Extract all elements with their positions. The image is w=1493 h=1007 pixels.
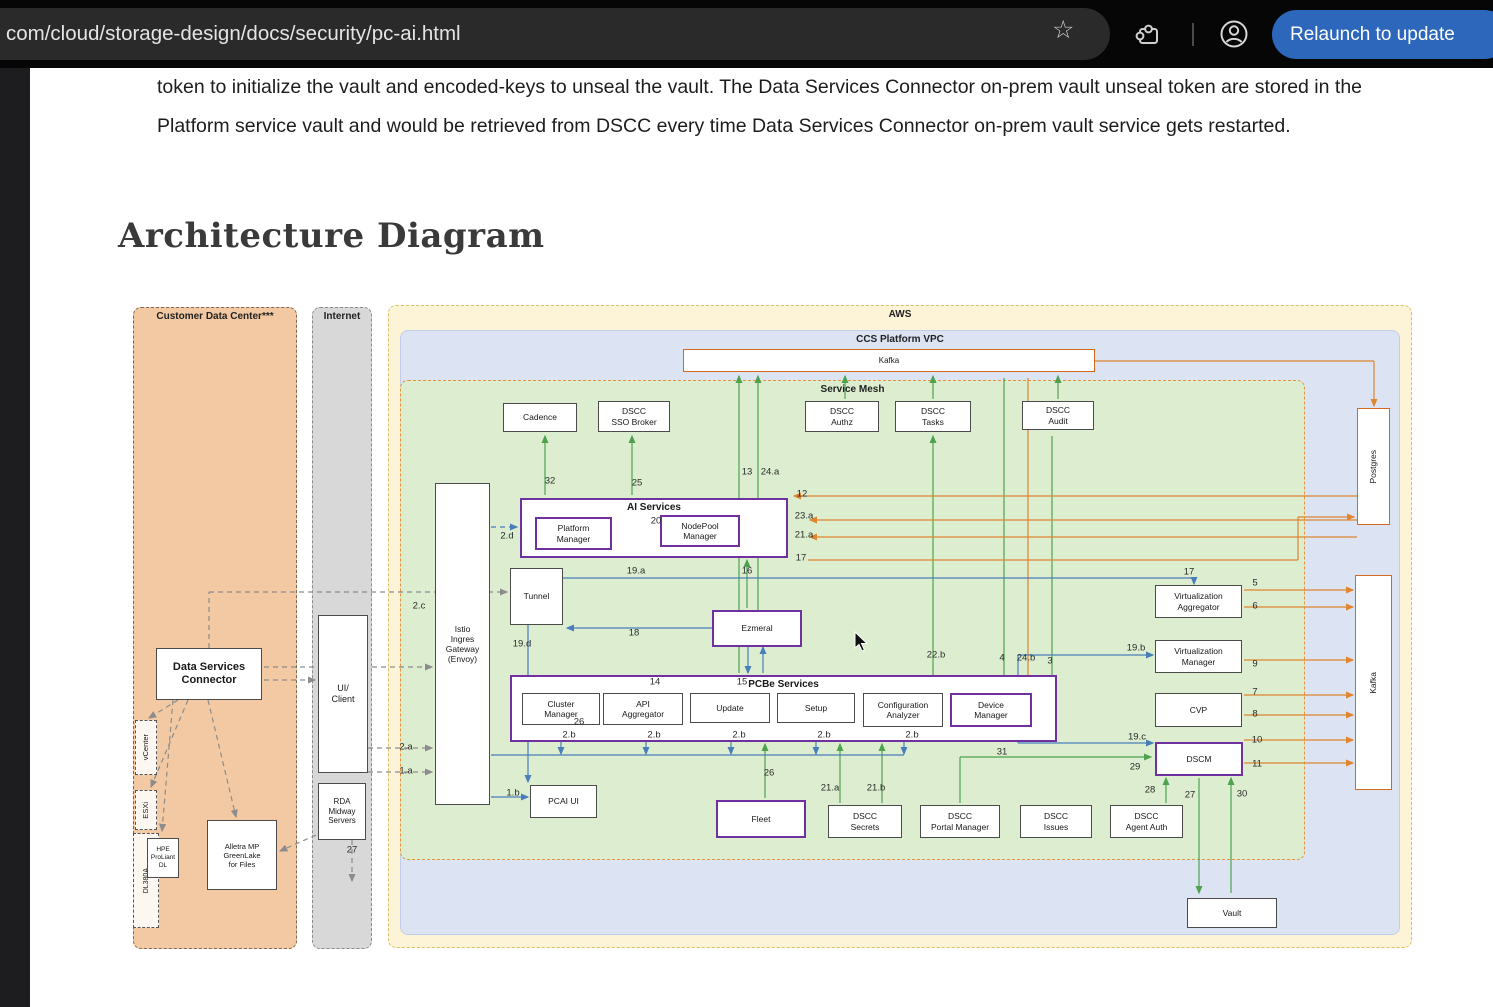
page-title: Architecture Diagram <box>118 216 545 256</box>
flow-number-label: 17 <box>1184 567 1195 578</box>
flow-number-label: 7 <box>1252 687 1257 698</box>
flow-number-label: 5 <box>1252 578 1257 589</box>
flow-number-label: 27 <box>347 845 358 856</box>
flow-number-label: 21.a <box>821 783 840 794</box>
flow-number-label: 6 <box>1252 601 1257 612</box>
chrome-divider <box>1192 23 1194 46</box>
flow-number-label: 11 <box>1252 759 1262 770</box>
flow-number-label: 17 <box>796 553 807 564</box>
flow-number-label: 4 <box>999 653 1004 664</box>
body-paragraph: token to initialize the vault and encode… <box>157 68 1432 145</box>
diagram-number-labels-layer: 32 25 13 24.a 12 2.d 20 23.a 21.a 19.a 16 17 2.c 18 19… <box>118 295 1415 959</box>
flow-number-label: 3 <box>1047 656 1052 667</box>
flow-number-label: 25 <box>632 478 643 489</box>
flow-number-label: 1.a <box>399 766 412 777</box>
flow-number-label: 2.b <box>647 730 660 741</box>
flow-number-label: 2.b <box>905 730 918 741</box>
flow-number-label: 12 <box>797 489 808 500</box>
flow-number-label: 24.a <box>761 467 780 478</box>
flow-number-label: 27 <box>1185 790 1196 801</box>
flow-number-label: 15 <box>737 677 748 688</box>
flow-number-label: 28 <box>1145 785 1156 796</box>
flow-number-label: 2.c <box>413 601 426 612</box>
flow-number-label: 2.b <box>732 730 745 741</box>
flow-number-label: 18 <box>629 628 640 639</box>
flow-number-label: 16 <box>742 566 753 577</box>
url-text[interactable]: com/cloud/storage-design/docs/security/p… <box>6 8 461 60</box>
flow-number-label: 26 <box>764 768 775 779</box>
flow-number-label: 26 <box>574 717 585 728</box>
left-dark-rail <box>0 68 30 1007</box>
flow-number-label: 13 <box>742 467 753 478</box>
flow-number-label: 21.b <box>867 783 886 794</box>
flow-number-label: 23.a <box>795 511 814 522</box>
page-content: token to initialize the vault and encode… <box>30 68 1493 1007</box>
flow-number-label: 19.b <box>1127 643 1146 654</box>
flow-number-label: 19.c <box>1128 732 1146 743</box>
relaunch-to-update-button[interactable]: Relaunch to update <box>1272 10 1493 59</box>
flow-number-label: 8 <box>1252 709 1257 720</box>
flow-number-label: 22.b <box>927 650 946 661</box>
url-bar[interactable]: com/cloud/storage-design/docs/security/p… <box>0 8 1110 60</box>
extensions-icon[interactable] <box>1134 20 1162 53</box>
flow-number-label: 2.a <box>399 742 412 753</box>
flow-number-label: 19.d <box>513 639 532 650</box>
flow-number-label: 19.a <box>627 566 646 577</box>
flow-number-label: 9 <box>1252 659 1257 670</box>
flow-number-label: 21.a <box>795 530 814 541</box>
browser-chrome: com/cloud/storage-design/docs/security/p… <box>0 0 1493 68</box>
flow-number-label: 2.d <box>500 531 513 542</box>
flow-number-label: 2.b <box>817 730 830 741</box>
flow-number-label: 1.b <box>506 788 519 799</box>
architecture-diagram: Customer Data Center***InternetAWSCCS Pl… <box>118 295 1415 959</box>
profile-icon[interactable] <box>1218 18 1250 55</box>
flow-number-label: 30 <box>1237 789 1248 800</box>
mouse-cursor <box>854 631 874 653</box>
flow-number-label: 20 <box>651 516 662 527</box>
bookmark-star-icon[interactable]: ☆ <box>1052 18 1074 43</box>
flow-number-label: 24.b <box>1017 653 1036 664</box>
flow-number-label: 14 <box>650 677 661 688</box>
flow-number-label: 32 <box>545 476 556 487</box>
flow-number-label: 10 <box>1252 735 1263 746</box>
flow-number-label: 31 <box>997 747 1008 758</box>
flow-number-label: 2.b <box>562 730 575 741</box>
flow-number-label: 29 <box>1130 762 1141 773</box>
